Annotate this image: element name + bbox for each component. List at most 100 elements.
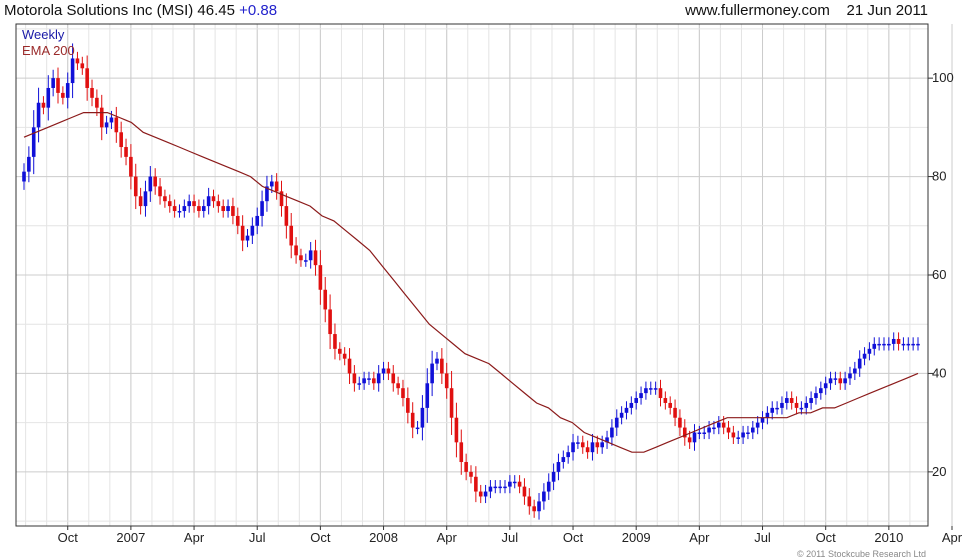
- candle-body: [294, 245, 298, 256]
- candle-body: [367, 378, 371, 380]
- candle-body: [561, 457, 566, 463]
- candle-body: [857, 358, 862, 369]
- candle-body: [780, 402, 784, 408]
- candle-body: [425, 383, 430, 408]
- candle-body: [794, 402, 799, 408]
- candle-body: [755, 422, 760, 428]
- candle-body: [36, 102, 41, 128]
- candle-body: [721, 422, 726, 428]
- candle-body: [260, 201, 264, 216]
- candle-body: [376, 373, 381, 384]
- candle-body: [814, 393, 818, 399]
- candle-body: [474, 476, 478, 492]
- candle-body: [46, 87, 51, 108]
- candle-body: [459, 442, 464, 463]
- y-tick-label: 100: [932, 70, 954, 85]
- x-tick-label: Jul: [502, 530, 519, 545]
- candle-body: [891, 338, 896, 344]
- candle-body: [143, 191, 148, 207]
- candle-body: [172, 206, 177, 212]
- candle-body: [420, 407, 425, 428]
- candle-body: [464, 462, 468, 472]
- candle-body: [250, 225, 255, 236]
- candle-body: [333, 334, 337, 349]
- legend-ema: EMA 200: [22, 43, 75, 58]
- candle-body: [338, 348, 342, 354]
- candle-body: [430, 363, 434, 384]
- candle-body: [610, 427, 614, 438]
- candle-body: [916, 343, 920, 346]
- candle-body: [765, 412, 770, 418]
- candle-body: [537, 501, 541, 512]
- candle-body: [848, 373, 852, 379]
- candle-body: [90, 87, 94, 98]
- candle-body: [435, 358, 439, 364]
- candle-body: [444, 373, 449, 389]
- x-tick-label: Oct: [563, 530, 584, 545]
- candle-body: [182, 206, 187, 212]
- candle-body: [624, 407, 629, 413]
- candle-body: [697, 432, 702, 434]
- candle-body: [401, 388, 405, 399]
- x-tick-label: Oct: [310, 530, 331, 545]
- candle-body: [775, 407, 779, 410]
- candle-body: [746, 432, 750, 434]
- candle-body: [124, 147, 128, 157]
- x-tick-label: 2008: [369, 530, 398, 545]
- x-tick-label: 2007: [116, 530, 145, 545]
- candle-body: [41, 102, 46, 108]
- candle-body: [197, 206, 201, 212]
- candle-body: [440, 358, 444, 374]
- candle-body: [31, 127, 36, 157]
- candle-body: [517, 481, 522, 487]
- candle-body: [406, 398, 410, 413]
- candle-body: [823, 383, 828, 389]
- candle-body: [104, 122, 109, 128]
- candle-body: [469, 471, 473, 477]
- candle-body: [512, 481, 517, 484]
- candle-body: [911, 343, 915, 346]
- candle-body: [488, 486, 493, 492]
- candle-body: [614, 417, 619, 428]
- candle-body: [22, 171, 26, 182]
- candle-body: [163, 196, 167, 202]
- x-tick-label: 2010: [874, 530, 903, 545]
- candle-body: [449, 388, 454, 418]
- candle-body: [201, 206, 206, 212]
- x-tick-label: Jul: [249, 530, 266, 545]
- candle-body: [493, 486, 498, 489]
- candle-body: [109, 117, 114, 123]
- candle-body: [760, 417, 765, 423]
- candle-body: [308, 250, 313, 261]
- candle-body: [751, 427, 755, 433]
- candle-body: [328, 309, 332, 335]
- candle-body: [887, 343, 891, 346]
- candle-body: [838, 378, 843, 384]
- candle-body: [707, 427, 711, 433]
- candle-body: [595, 442, 600, 448]
- candle-body: [381, 368, 386, 374]
- candle-body: [372, 378, 376, 384]
- candle-body: [138, 196, 143, 207]
- chart: Motorola Solutions Inc (MSI) 46.45 +0.88…: [0, 0, 980, 560]
- candle-body: [235, 215, 240, 226]
- candle-body: [65, 83, 70, 98]
- candle-body: [629, 402, 634, 408]
- candle-body: [410, 412, 415, 428]
- candle-body: [906, 343, 911, 346]
- candle-body: [877, 343, 881, 346]
- candle-body: [192, 201, 196, 207]
- candle-body: [27, 156, 31, 172]
- candle-body: [619, 412, 624, 418]
- candle-body: [731, 432, 736, 438]
- candle-body: [508, 481, 512, 487]
- candle-body: [692, 432, 697, 443]
- x-tick-label: Oct: [816, 530, 837, 545]
- candle-body: [342, 353, 347, 359]
- candle-body: [80, 63, 85, 69]
- candle-body: [571, 442, 575, 453]
- x-tick-label: Apr: [437, 530, 458, 545]
- candle-body: [668, 402, 673, 408]
- y-tick-label: 20: [932, 464, 946, 479]
- candle-body: [580, 442, 585, 448]
